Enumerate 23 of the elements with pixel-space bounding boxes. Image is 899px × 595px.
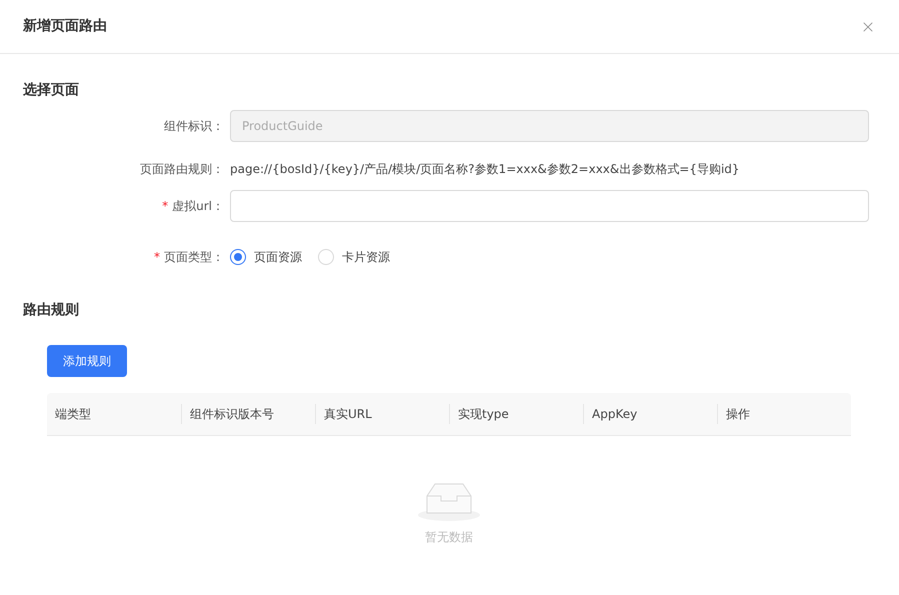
field-label: 页面类型： (164, 249, 224, 266)
column-header: 组件标识版本号 (190, 406, 274, 423)
radio-icon (230, 249, 246, 265)
field-label: 组件标识： (164, 118, 224, 135)
required-asterisk: * (162, 198, 168, 215)
virtual-url-field[interactable] (230, 190, 869, 222)
column-header: 操作 (726, 406, 750, 423)
column-header: 端类型 (55, 406, 91, 423)
required-asterisk: * (154, 249, 160, 266)
column-header: 实现type (458, 406, 509, 423)
route-rule-text: page://{bosId}/{key}/产品/模块/页面名称?参数1=xxx&参数2=xxx&出参数格式={导购id} (230, 161, 740, 178)
radio-option[interactable]: 页面资源 (230, 248, 302, 266)
field-label: 页面路由规则： (140, 161, 224, 178)
radio-option[interactable]: 卡片资源 (318, 248, 390, 266)
section-title: 路由规则 (23, 301, 79, 320)
dialog-title: 新增页面路由 (23, 16, 107, 36)
add-rule-button[interactable]: 添加规则 (47, 345, 127, 377)
field-label: 虚拟url： (172, 198, 224, 215)
column-header: 真实URL (324, 406, 372, 423)
empty-text: 暂无数据 (425, 529, 473, 546)
radio-icon (318, 249, 334, 265)
section-title: 选择页面 (23, 81, 79, 100)
column-header: AppKey (592, 406, 638, 423)
